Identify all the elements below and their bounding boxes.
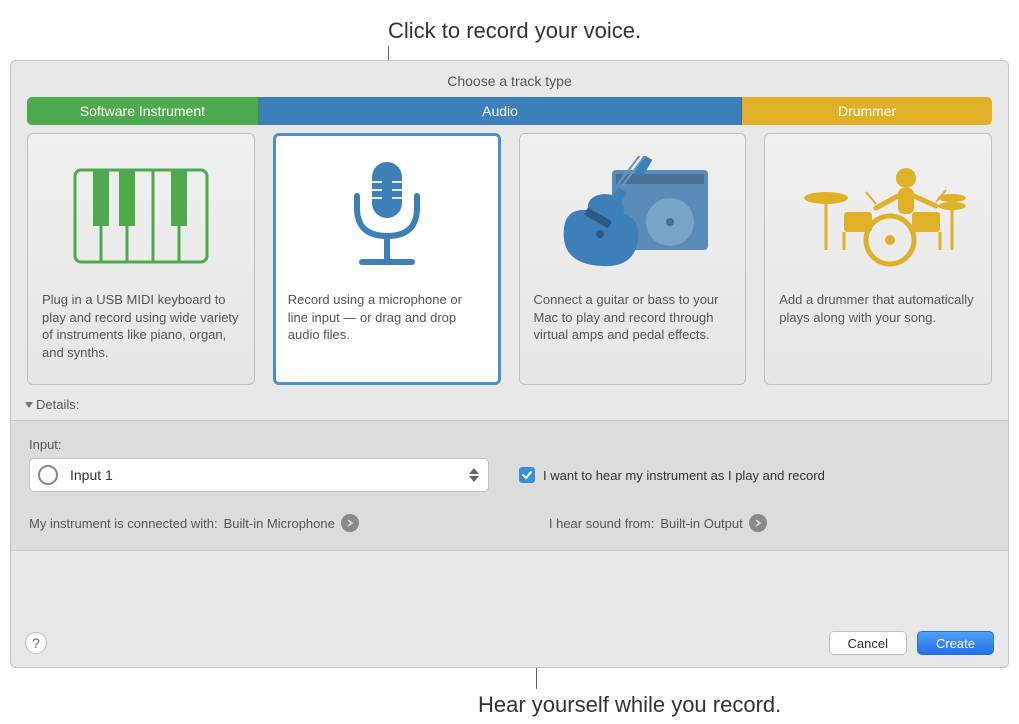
microphone-icon xyxy=(288,148,486,283)
input-connection-info: My instrument is connected with: Built-i… xyxy=(29,514,359,532)
callout-top-text: Click to record your voice. xyxy=(388,18,641,44)
connection-prefix: My instrument is connected with: xyxy=(29,516,218,531)
tab-software-instrument[interactable]: Software Instrument xyxy=(27,97,259,125)
select-arrows-icon xyxy=(466,465,482,485)
details-toggle[interactable]: Details: xyxy=(11,385,1008,416)
input-select[interactable]: Input 1 xyxy=(29,458,489,492)
card-software-desc: Plug in a USB MIDI keyboard to play and … xyxy=(42,291,240,361)
callout-bottom-text: Hear yourself while you record. xyxy=(478,692,781,718)
card-audio-mic[interactable]: Record using a microphone or line input … xyxy=(273,133,501,385)
input-value: Input 1 xyxy=(70,467,113,483)
help-button[interactable]: ? xyxy=(25,632,47,654)
card-drummer-desc: Add a drummer that automatically plays a… xyxy=(779,291,977,326)
details-panel: Input: Input 1 I want to hear my instrum… xyxy=(11,420,1008,551)
track-type-tabs: Software Instrument Audio Drummer xyxy=(11,97,1008,125)
card-drummer[interactable]: Add a drummer that automatically plays a… xyxy=(764,133,992,385)
tab-drummer[interactable]: Drummer xyxy=(742,97,992,125)
input-connection-nav[interactable] xyxy=(341,514,359,532)
card-audio-mic-desc: Record using a microphone or line input … xyxy=(288,291,486,344)
tab-audio[interactable]: Audio xyxy=(259,97,743,125)
card-audio-guitar[interactable]: Connect a guitar or bass to your Mac to … xyxy=(519,133,747,385)
output-prefix: I hear sound from: xyxy=(549,516,655,531)
drummer-icon xyxy=(779,148,977,283)
input-label: Input: xyxy=(29,437,990,452)
output-value: Built-in Output xyxy=(660,516,742,531)
keyboard-icon xyxy=(42,148,240,283)
guitar-amp-icon xyxy=(534,148,732,283)
chevron-down-icon xyxy=(25,402,33,408)
card-software-instrument[interactable]: Plug in a USB MIDI keyboard to play and … xyxy=(27,133,255,385)
output-connection-info: I hear sound from: Built-in Output xyxy=(549,514,767,532)
details-label: Details: xyxy=(36,397,79,412)
connection-value: Built-in Microphone xyxy=(224,516,335,531)
input-channel-icon xyxy=(38,465,58,485)
dialog-footer: ? Cancel Create xyxy=(11,619,1008,667)
monitor-checkbox-row[interactable]: I want to hear my instrument as I play a… xyxy=(519,467,825,483)
monitor-checkbox-label: I want to hear my instrument as I play a… xyxy=(543,468,825,483)
cancel-button[interactable]: Cancel xyxy=(829,631,907,655)
monitor-checkbox[interactable] xyxy=(519,467,535,483)
track-type-dialog: Choose a track type Software Instrument … xyxy=(10,60,1009,668)
create-button[interactable]: Create xyxy=(917,631,994,655)
card-audio-guitar-desc: Connect a guitar or bass to your Mac to … xyxy=(534,291,732,344)
dialog-title: Choose a track type xyxy=(11,61,1008,97)
track-type-cards: Plug in a USB MIDI keyboard to play and … xyxy=(11,125,1008,385)
output-connection-nav[interactable] xyxy=(749,514,767,532)
